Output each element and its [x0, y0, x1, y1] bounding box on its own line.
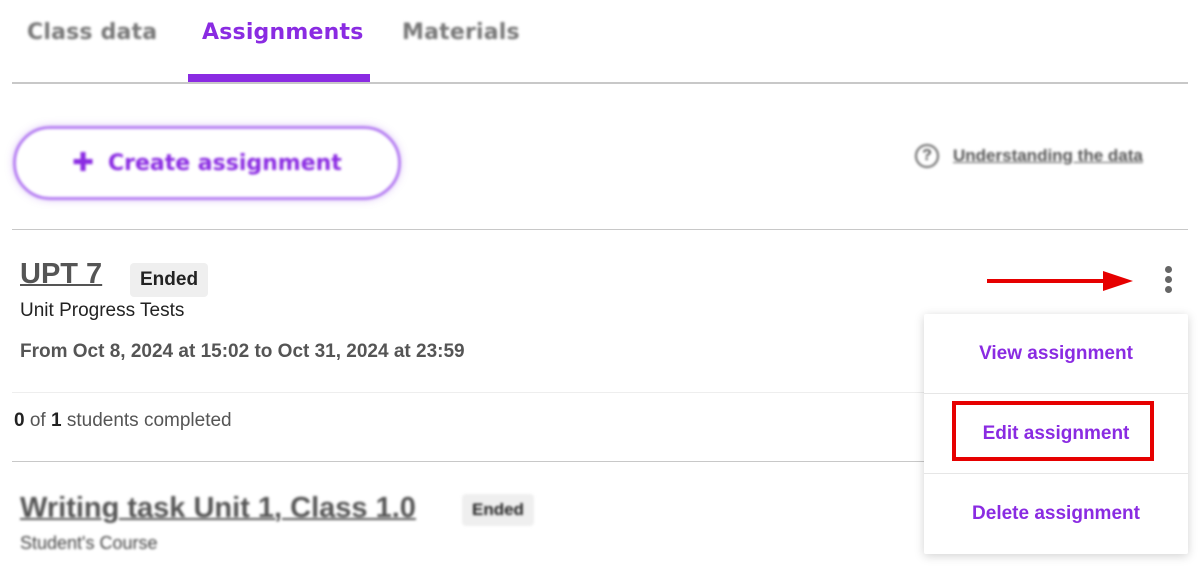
annotation-arrow-head	[1103, 271, 1133, 291]
assignment-options-menu: View assignment Edit assignment Delete a…	[924, 314, 1188, 554]
create-assignment-button[interactable]: ✚ Create assignment	[13, 126, 401, 200]
plus-icon: ✚	[72, 148, 94, 178]
section-divider	[12, 229, 1188, 230]
active-tab-indicator	[188, 74, 370, 82]
of-text: of	[29, 410, 46, 431]
question-icon: ?	[915, 144, 939, 168]
tab-divider	[12, 82, 1188, 84]
understanding-data-link[interactable]: ? Understanding the data	[915, 144, 1143, 168]
assignment-course: Student's Course	[20, 533, 158, 553]
view-assignment-menu-item[interactable]: View assignment	[924, 314, 1188, 394]
total-count: 1	[51, 410, 62, 431]
create-assignment-label: Create assignment	[107, 150, 342, 176]
status-badge: Ended	[130, 263, 209, 297]
tab-materials[interactable]: Materials	[402, 20, 520, 45]
annotation-highlight-box	[952, 401, 1154, 461]
completed-count: 0	[14, 410, 25, 431]
annotation-arrow-line	[987, 279, 1105, 283]
tab-class-data[interactable]: Class data	[27, 20, 157, 45]
assignment-course: Unit Progress Tests	[20, 300, 185, 321]
assignment-title-link[interactable]: UPT 7	[20, 258, 102, 291]
tab-assignments[interactable]: Assignments	[202, 20, 364, 45]
status-badge: Ended	[462, 494, 534, 526]
delete-assignment-menu-item[interactable]: Delete assignment	[924, 474, 1188, 554]
understanding-data-label: Understanding the data	[953, 146, 1143, 165]
completion-status: 0 of 1 students completed	[14, 410, 232, 432]
assignment-title-link[interactable]: Writing task Unit 1, Class 1.0	[20, 492, 416, 525]
assignment-dates: From Oct 8, 2024 at 15:02 to Oct 31, 202…	[20, 341, 465, 362]
tab-bar: Class data Assignments Materials	[12, 0, 1188, 84]
students-completed-text: students completed	[66, 410, 232, 431]
more-options-icon[interactable]	[1158, 266, 1178, 298]
